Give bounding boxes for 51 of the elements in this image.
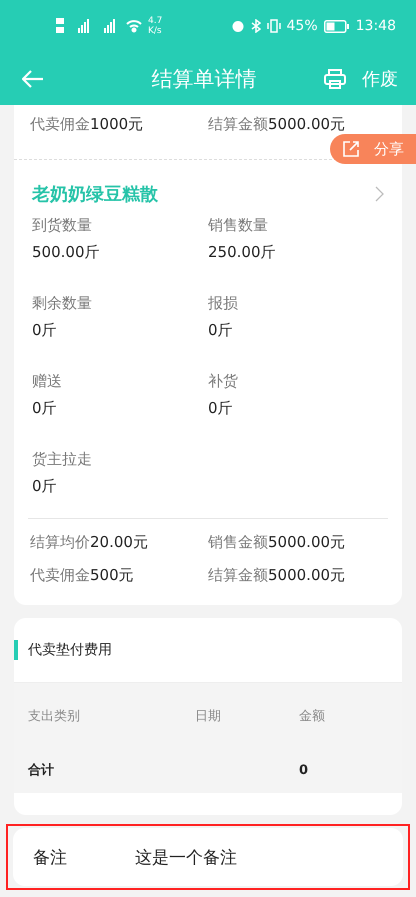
alarm-icon — [230, 19, 245, 33]
field-value: 0斤 — [208, 399, 234, 418]
field-value: 1000元 — [90, 115, 144, 133]
field-value: 5000.00元 — [268, 533, 346, 551]
field-label: 补货 — [208, 372, 239, 391]
speed-unit: K/s — [148, 26, 162, 36]
field-label: 到货数量 — [32, 216, 93, 235]
battery-icon — [324, 20, 350, 32]
field-label: 销售数量 — [208, 216, 269, 235]
column-header: 金额 — [299, 708, 326, 725]
remark-label: 备注 — [33, 846, 68, 868]
field-value: 0斤 — [32, 477, 58, 496]
field-value: 5000.00元 — [268, 115, 346, 133]
vibrate-icon — [266, 19, 281, 33]
field-label: 结算金额 — [208, 115, 268, 133]
field-value: 250.00斤 — [208, 243, 276, 262]
field-value: 0斤 — [32, 399, 58, 418]
field-value: 5000.00元 — [268, 566, 346, 584]
total-amount: 0 — [299, 762, 310, 778]
field-label: 销售金额 — [208, 533, 268, 551]
remark-text: 这是一个备注 — [135, 846, 237, 868]
clock-time: 13:48 — [356, 18, 396, 34]
field-value: 0斤 — [32, 321, 58, 340]
field-label: 赠送 — [32, 372, 63, 391]
field-label: 结算金额 — [208, 566, 268, 584]
product-name: 老奶奶绿豆糕散 — [32, 183, 158, 206]
chevron-right-icon[interactable] — [375, 186, 384, 202]
field-label: 货主拉走 — [32, 450, 93, 469]
section-title: 代卖垫付费用 — [28, 641, 112, 659]
field-value: 500元 — [90, 566, 134, 584]
field-label: 代卖佣金 — [30, 115, 90, 133]
back-icon[interactable] — [22, 70, 44, 88]
wifi-icon — [126, 19, 142, 33]
void-button[interactable]: 作废 — [362, 66, 398, 90]
field-label: 剩余数量 — [32, 294, 93, 313]
printer-icon[interactable] — [324, 68, 346, 88]
field-label: 结算均价 — [30, 533, 90, 551]
battery-percent: 45% — [286, 18, 318, 34]
field-value: 20.00元 — [90, 533, 148, 551]
column-header: 支出类别 — [28, 708, 81, 725]
column-header: 日期 — [195, 708, 222, 725]
network-speed: 4.7 — [148, 16, 162, 26]
field-label: 报损 — [208, 294, 239, 313]
field-value: 0斤 — [208, 321, 234, 340]
page-title: 结算单详情 — [150, 66, 258, 92]
field-value: 500.00斤 — [32, 243, 100, 262]
share-icon — [342, 140, 360, 158]
bluetooth-icon — [250, 19, 261, 33]
share-button[interactable]: 分享 — [330, 134, 416, 164]
field-label: 代卖佣金 — [30, 566, 90, 584]
total-label: 合计 — [28, 762, 55, 779]
